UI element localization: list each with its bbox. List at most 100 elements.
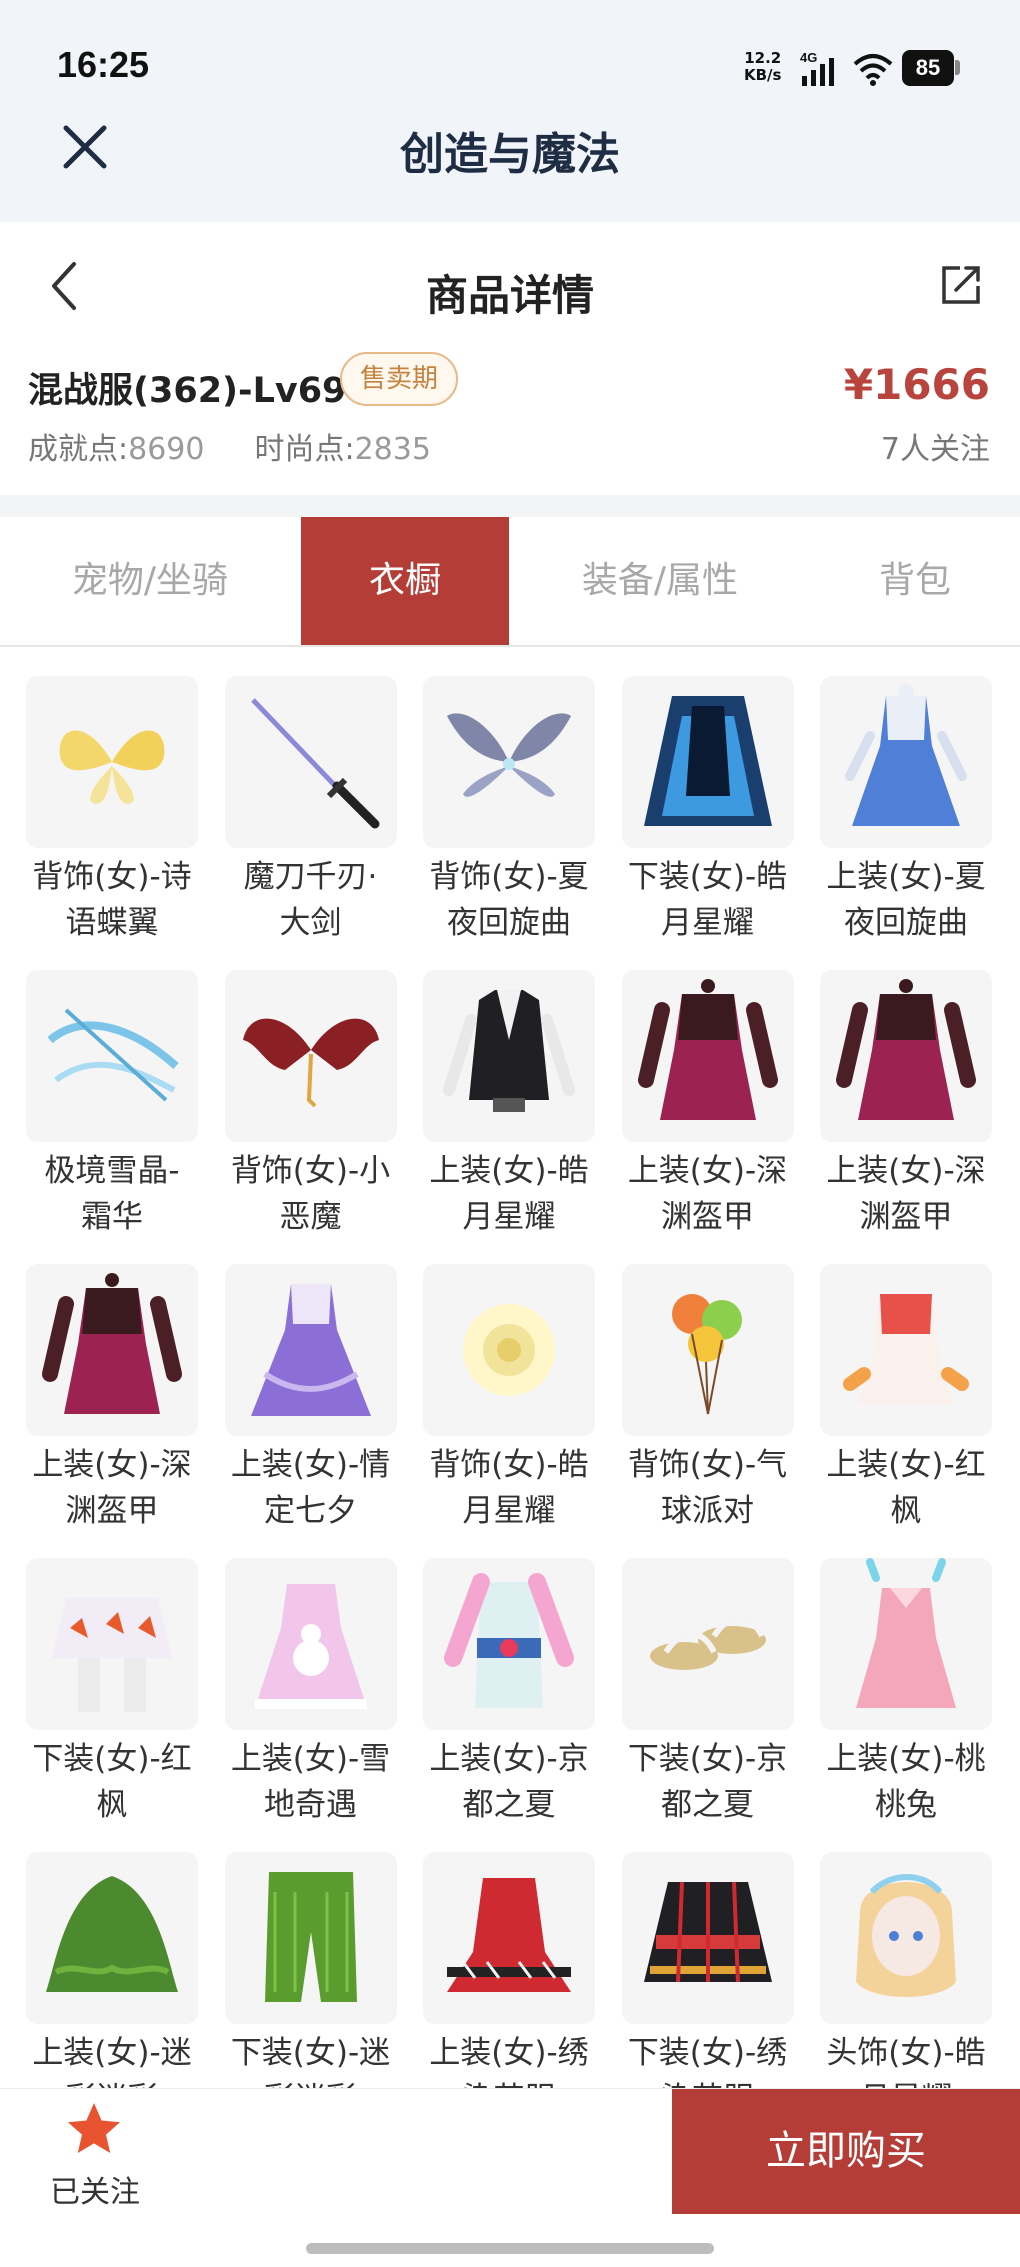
wardrobe-item[interactable]: 上装(女)-深 渊盔甲 — [26, 1252, 202, 1532]
section-divider — [0, 495, 1020, 517]
wardrobe-item[interactable]: 下装(女)-红枫 — [26, 1546, 202, 1826]
kimono-icon — [423, 1558, 595, 1730]
status-bar: 16:25 12.2 KB/s 4G 85 — [0, 0, 1020, 130]
buy-now-button[interactable]: 立即购买 — [672, 2089, 1020, 2214]
follow-label: 已关注 — [50, 2175, 140, 2210]
ghillie-pants-icon — [224, 1852, 397, 2024]
wardrobe-item-label-line2: 染苗服 — [608, 2076, 808, 2088]
star-icon — [64, 2099, 124, 2159]
wardrobe-item-label-line2: 枫 — [96, 1787, 128, 1823]
wardrobe-item-label-line2: 球派对 — [661, 1493, 754, 1529]
wardrobe-item-label-line2: 渊盔甲 — [661, 1199, 754, 1235]
snow-dress-icon — [224, 1558, 397, 1730]
wardrobe-item-label: 上装(女)-雪 地奇遇 — [211, 1736, 411, 1828]
wardrobe-item-label-line1: 下装(女)-绣 — [627, 2035, 788, 2071]
follow-button[interactable]: 已关注 — [30, 2089, 160, 2214]
wardrobe-item[interactable]: 魔刀千刃· 大剑 — [224, 664, 401, 944]
wardrobe-item-label-line2: 染苗服 — [409, 2076, 609, 2088]
wardrobe-item-label-line1: 下装(女)-红 — [32, 1741, 192, 1777]
wardrobe-item-label-line2: 渊盔甲 — [65, 1493, 159, 1529]
wardrobe-item-label-line1: 上装(女)-迷 — [32, 2035, 192, 2071]
status-badge: 售卖期 — [340, 352, 459, 406]
crossbow-icon — [26, 970, 198, 1142]
wardrobe-item[interactable]: 上装(女)-红枫 — [820, 1252, 996, 1532]
wardrobe-item-label-line1: 上装(女)-深 — [826, 1153, 986, 1189]
wardrobe-item-label: 上装(女)-桃 桃兔 — [806, 1736, 1006, 1828]
wardrobe-item[interactable]: 上装(女)-夏 夜回旋曲 — [820, 664, 996, 944]
share-icon[interactable] — [938, 262, 984, 308]
tab-backpack[interactable]: 背包 — [810, 517, 1020, 645]
tab-equipment-attributes[interactable]: 装备/属性 — [510, 517, 810, 645]
wardrobe-item-label-line1: 背饰(女)-诗 — [32, 859, 192, 895]
bottom-action-bar: 已关注 立即购买 — [0, 2088, 1020, 2214]
wardrobe-item-label: 上装(女)-绣染苗服 — [409, 2030, 609, 2088]
wardrobe-item-label: 下装(女)-皓 月星耀 — [608, 854, 808, 946]
wardrobe-item-label-line2: 彩迷彩 — [12, 2076, 212, 2088]
balloons-icon — [621, 1264, 794, 1436]
wardrobe-item[interactable]: 上装(女)-雪 地奇遇 — [224, 1546, 401, 1826]
wardrobe-item[interactable]: 上装(女)-皓 月星耀 — [423, 958, 599, 1238]
wardrobe-item-label-line2: 彩迷彩 — [211, 2076, 411, 2088]
wardrobe-item-label-line1: 上装(女)-京 — [429, 1741, 589, 1777]
wardrobe-item-label-line2: 桃兔 — [875, 1787, 937, 1823]
wardrobe-item-label-line1: 上装(女)-深 — [627, 1153, 788, 1189]
battery-level: 85 — [902, 50, 954, 86]
wardrobe-item-label-line1: 上装(女)-桃 — [826, 1741, 986, 1777]
wardrobe-item-label: 上装(女)-京 都之夏 — [409, 1736, 609, 1828]
wardrobe-item[interactable]: 下装(女)-京 都之夏 — [621, 1546, 798, 1826]
tab-bar: 宠物/坐骑 衣橱 装备/属性 背包 — [0, 517, 1020, 647]
wardrobe-item[interactable]: 下装(女)-迷彩迷彩 — [224, 1840, 401, 2088]
wardrobe-item-label: 极境雪晶- 霜华 — [12, 1148, 212, 1240]
wardrobe-item-label: 上装(女)-深 渊盔甲 — [12, 1442, 212, 1534]
wardrobe-item-label: 头饰(女)-皓月星耀 — [806, 2030, 1006, 2088]
wardrobe-item-label: 上装(女)-夏 夜回旋曲 — [806, 854, 1006, 946]
wardrobe-item-label-line2: 恶魔 — [279, 1199, 342, 1235]
network-type: 4G — [800, 50, 817, 65]
butterfly-wings-icon — [26, 676, 198, 848]
wardrobe-item[interactable]: 背饰(女)-气 球派对 — [621, 1252, 798, 1532]
wardrobe-item[interactable]: 背饰(女)-小 恶魔 — [224, 958, 401, 1238]
wardrobe-item[interactable]: 上装(女)-情 定七夕 — [224, 1252, 401, 1532]
wardrobe-item[interactable]: 上装(女)-桃 桃兔 — [820, 1546, 996, 1826]
wardrobe-item[interactable]: 极境雪晶- 霜华 — [26, 958, 202, 1238]
wardrobe-item[interactable]: 上装(女)-深 渊盔甲 — [621, 958, 798, 1238]
ghillie-top-icon — [26, 1852, 198, 2024]
wardrobe-item-label-line1: 魔刀千刃· — [243, 859, 378, 895]
armor-icon — [820, 970, 992, 1142]
wardrobe-item[interactable]: 上装(女)-迷彩迷彩 — [26, 1840, 202, 2088]
wardrobe-item[interactable]: 背饰(女)-皓 月星耀 — [423, 1252, 599, 1532]
wardrobe-item-label-line2: 定七夕 — [264, 1493, 357, 1529]
wardrobe-item-label-line1: 上装(女)-雪 — [230, 1741, 391, 1777]
wardrobe-item[interactable]: 头饰(女)-皓月星耀 — [820, 1840, 996, 2088]
wardrobe-item-label-line1: 背饰(女)-小 — [230, 1153, 391, 1189]
app-title: 创造与魔法 — [400, 129, 620, 180]
status-time: 16:25 — [57, 44, 150, 85]
fashion-value: 2835 — [354, 432, 431, 467]
armor-icon — [621, 970, 794, 1142]
maple-skirt-icon — [26, 1558, 198, 1730]
wardrobe-item[interactable]: 上装(女)-京 都之夏 — [423, 1546, 599, 1826]
wardrobe-item-label: 上装(女)-皓 月星耀 — [409, 1148, 609, 1240]
wardrobe-item[interactable]: 背饰(女)-夏 夜回旋曲 — [423, 664, 599, 944]
wardrobe-item-label-line2: 夜回旋曲 — [844, 905, 968, 941]
embroidered-skirt-icon — [621, 1852, 794, 2024]
sword-icon — [224, 676, 397, 848]
tab-pets-mounts[interactable]: 宠物/坐骑 — [0, 517, 300, 645]
gown-icon — [224, 1264, 397, 1436]
wardrobe-item[interactable]: 下装(女)-绣染苗服 — [621, 1840, 798, 2088]
tab-wardrobe[interactable]: 衣橱 — [301, 517, 509, 645]
product-price: ¥1666 — [843, 360, 990, 409]
wardrobe-item[interactable]: 下装(女)-皓 月星耀 — [621, 664, 798, 944]
wardrobe-item[interactable]: 背饰(女)-诗 语蝶翼 — [26, 664, 202, 944]
wardrobe-item-label-line2: 地奇遇 — [264, 1787, 357, 1823]
follow-count: 7人关注 — [880, 432, 990, 467]
armor-icon — [26, 1264, 198, 1436]
wardrobe-item[interactable]: 上装(女)-绣染苗服 — [423, 1840, 599, 2088]
wardrobe-item[interactable]: 上装(女)-深 渊盔甲 — [820, 958, 996, 1238]
wardrobe-item-label: 背饰(女)-小 恶魔 — [211, 1148, 411, 1240]
skirt-icon — [621, 676, 794, 848]
wardrobe-grid: 背饰(女)-诗 语蝶翼 魔刀千刃· 大剑 背饰(女)-夏 夜回旋曲 下装(女)-皓 月星耀 上装… — [0, 664, 1020, 2088]
wardrobe-item-label: 下装(女)-绣染苗服 — [608, 2030, 808, 2088]
product-name: 混战服(362)-Lv69 — [28, 371, 347, 411]
dress-icon — [820, 676, 992, 848]
